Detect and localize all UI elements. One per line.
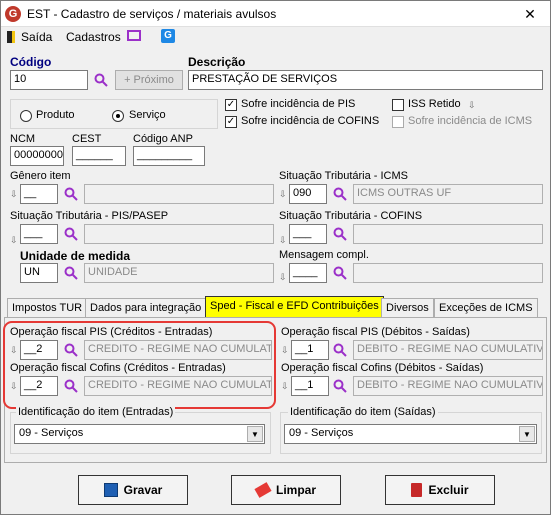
save-button[interactable]: Gravar (78, 475, 188, 505)
servico-label: Serviço (129, 109, 166, 121)
sit-icms-code[interactable]: 090 (289, 184, 327, 204)
sit-icms-label: Situação Tributária - ICMS (279, 170, 408, 182)
window-title: EST - Cadastro de serviços / materiais a… (27, 7, 277, 21)
down-arrow-icon: ⇩ (279, 272, 287, 282)
sit-pis-desc (84, 224, 274, 244)
pis-check-label: Sofre incidência de PIS (241, 98, 356, 110)
eraser-icon (254, 482, 272, 498)
icms-check-label: Sofre incidência de ICMS (408, 115, 533, 127)
search-icon[interactable] (94, 73, 108, 87)
sit-icms-desc: ICMS OUTRAS UF (353, 184, 543, 204)
tab-diversos[interactable]: Diversos (381, 298, 434, 318)
menu-cadastros[interactable]: Cadastros (66, 30, 121, 44)
down-arrow-icon: ⇩ (279, 235, 287, 245)
unidade-label: Unidade de medida (20, 249, 131, 263)
search-icon[interactable] (64, 227, 78, 241)
tab-dados-integracao[interactable]: Dados para integração (85, 298, 207, 318)
op-pis-sai-label: Operação fiscal PIS (Débitos - Saídas) (281, 326, 470, 338)
close-button[interactable]: ✕ (516, 3, 544, 25)
sit-cofins-input[interactable]: ___ (289, 224, 327, 244)
app-icon: G (5, 6, 21, 22)
cofins-checkbox[interactable]: ✓ (225, 116, 237, 128)
save-label: Gravar (123, 483, 163, 497)
servico-radio[interactable] (112, 110, 124, 122)
search-icon[interactable] (64, 187, 78, 201)
window: G EST - Cadastro de serviços / materiais… (0, 0, 551, 515)
pis-checkbox[interactable]: ✓ (225, 99, 237, 111)
tab-impostos-tur[interactable]: Impostos TUR (7, 298, 88, 318)
anp-input[interactable]: _________ (133, 146, 205, 166)
next-button[interactable]: + Próximo (115, 70, 183, 90)
search-icon[interactable] (333, 266, 347, 280)
sit-pis-input[interactable]: ___ (20, 224, 58, 244)
exit-icon (7, 31, 15, 43)
genero-label: Gênero item (10, 170, 71, 182)
iss-check-label: ISS Retido (408, 98, 461, 110)
search-icon[interactable] (333, 343, 347, 357)
genero-input[interactable]: __ (20, 184, 58, 204)
op-pis-sai-desc: DEBITO - REGIME NAO CUMULATIVO (353, 340, 543, 360)
ident-sai-select[interactable]: 09 - Serviços ▼ (284, 424, 537, 444)
chevron-down-icon[interactable]: ▼ (519, 426, 535, 442)
sit-cofins-desc (353, 224, 543, 244)
iss-checkbox[interactable] (392, 99, 404, 111)
delete-button[interactable]: Excluir (385, 475, 495, 505)
search-icon[interactable] (333, 379, 347, 393)
menu-saida[interactable]: Saída (21, 30, 52, 44)
ident-sai-label: Identificação do item (Saídas) (288, 406, 438, 418)
produto-label: Produto (36, 109, 75, 121)
down-arrow-icon: ⇩ (279, 189, 287, 199)
ncm-input[interactable]: 00000000 (10, 146, 64, 166)
mensagem-label: Mensagem compl. (279, 249, 369, 261)
mensagem-input[interactable]: ____ (289, 263, 327, 283)
descricao-input[interactable]: PRESTAÇÃO DE SERVIÇOS (188, 70, 543, 90)
sit-pis-label: Situação Tributária - PIS/PASEP (10, 210, 169, 222)
monitor-icon[interactable] (127, 30, 141, 41)
down-arrow-icon: ⇩ (10, 235, 18, 245)
op-cof-sai-desc: DEBITO - REGIME NAO CUMULATIVO (353, 376, 543, 396)
clear-label: Limpar (275, 483, 316, 497)
descricao-label: Descrição (188, 55, 246, 69)
highlight-box (3, 321, 276, 409)
unidade-desc: UNIDADE (84, 263, 274, 283)
floppy-icon (103, 483, 118, 497)
tab-excecoes-icms[interactable]: Exceções de ICMS (434, 298, 538, 318)
codigo-label: Código (10, 55, 52, 69)
ident-sai-value: 09 - Serviços (289, 427, 354, 439)
op-cof-sai-code[interactable]: __1 (291, 376, 329, 396)
op-pis-sai-code[interactable]: __1 (291, 340, 329, 360)
produto-radio[interactable] (20, 110, 32, 122)
ident-ent-label: Identificação do item (Entradas) (16, 406, 176, 418)
op-cof-sai-label: Operação fiscal Cofins (Débitos - Saídas… (281, 362, 484, 374)
down-arrow-icon: ⇩ (281, 345, 289, 355)
icms-checkbox (392, 116, 404, 128)
anp-label: Código ANP (133, 133, 193, 145)
unidade-code[interactable]: UN (20, 263, 58, 283)
down-arrow-icon: ⇩ (10, 189, 18, 199)
title-bar: G EST - Cadastro de serviços / materiais… (1, 1, 550, 27)
genero-desc (84, 184, 274, 204)
menu-bar: Saída Cadastros G (1, 27, 550, 47)
g-icon[interactable]: G (161, 29, 175, 43)
cest-label: CEST (72, 133, 102, 145)
ident-ent-select[interactable]: 09 - Serviços ▼ (14, 424, 265, 444)
trash-icon (411, 483, 423, 497)
down-arrow-icon: ⇩ (281, 381, 289, 391)
sit-cofins-label: Situação Tributária - COFINS (279, 210, 423, 222)
down-arrow-icon: ⇩ (468, 100, 476, 110)
search-icon[interactable] (64, 266, 78, 280)
ident-ent-value: 09 - Serviços (19, 427, 84, 439)
mensagem-desc (353, 263, 543, 283)
search-icon[interactable] (333, 227, 347, 241)
search-icon[interactable] (333, 187, 347, 201)
cofins-check-label: Sofre incidência de COFINS (241, 115, 380, 127)
clear-button[interactable]: Limpar (231, 475, 341, 505)
codigo-input[interactable]: 10 (10, 70, 88, 90)
tab-sped-fiscal[interactable]: Sped - Fiscal e EFD Contribuições (205, 296, 384, 318)
delete-label: Excluir (428, 483, 469, 497)
chevron-down-icon[interactable]: ▼ (247, 426, 263, 442)
ncm-label: NCM (10, 133, 36, 145)
cest-input[interactable]: ______ (72, 146, 126, 166)
